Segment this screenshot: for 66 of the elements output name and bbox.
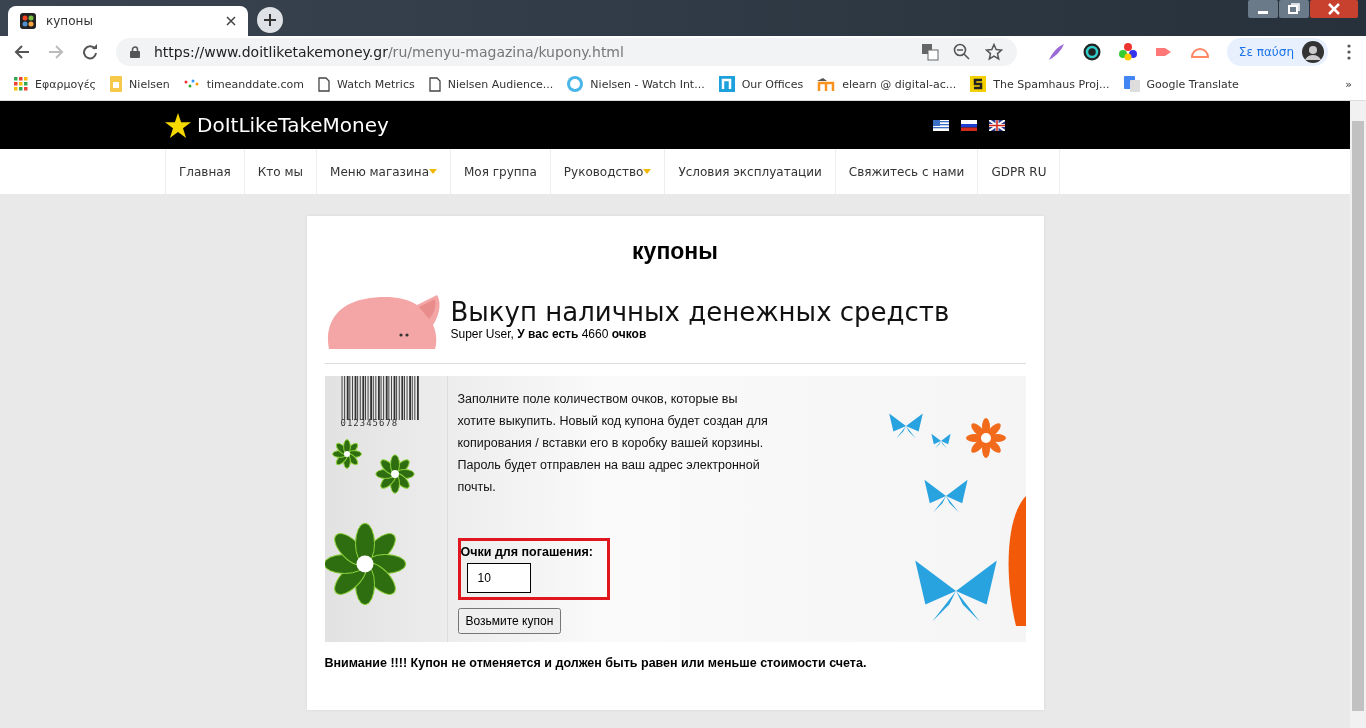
bookmark-item[interactable]: timeanddate.com — [183, 77, 305, 91]
minimize-icon[interactable] — [1248, 0, 1278, 18]
bookmark-item[interactable]: Nielsen Audience... — [428, 76, 554, 92]
letter-logo-icon — [718, 76, 735, 92]
bookmark-item[interactable]: Εφαρμογές — [14, 77, 97, 91]
uk-flag-icon[interactable] — [989, 119, 1005, 131]
circle-logo-icon — [567, 76, 584, 92]
bookmark-item[interactable]: elearn @ digital-ac... — [817, 77, 957, 91]
feather-icon[interactable] — [1046, 43, 1065, 61]
barcode-number: 012345678 — [340, 418, 399, 428]
dots-icon — [183, 78, 200, 90]
letter-logo-icon — [970, 76, 987, 92]
page-title: купоны — [631, 238, 719, 265]
russian-flag-icon[interactable] — [961, 119, 977, 131]
caret-icon — [643, 169, 652, 174]
nav-link[interactable]: Меню магазина — [316, 149, 450, 194]
caret-icon — [429, 169, 437, 174]
site-logo[interactable]: DoItLikeTakeMoney — [197, 113, 389, 137]
translate-icon[interactable] — [920, 43, 939, 61]
bookmark-item[interactable]: Our Offices — [718, 76, 804, 92]
greek-flag-icon[interactable] — [933, 119, 949, 131]
profile-button[interactable]: Σε παύση — [1226, 38, 1328, 66]
reload-icon[interactable] — [82, 44, 98, 60]
bookmark-item[interactable]: Nielsen — [110, 76, 170, 92]
nav-link[interactable]: Главная — [165, 149, 244, 194]
section-heading: Выкуп наличных денежных средств — [450, 297, 950, 327]
cap-logo-icon — [817, 77, 836, 91]
color-palette-icon[interactable] — [1118, 43, 1137, 61]
instructions-text: Заполните поле количеством очков, которые вы хотите выкупить. Новый код купона будет создан для копирования / вставки его в коробку вашей корзины. Пароль будет отправлен на ваш адрес электронной почты. — [457, 391, 769, 496]
close-icon[interactable] — [1310, 0, 1358, 18]
document-icon — [110, 76, 123, 92]
back-arrow-icon[interactable] — [14, 44, 30, 60]
bookmark-item[interactable]: Nielsen - Watch Int... — [567, 76, 705, 92]
star-icon[interactable] — [984, 43, 1003, 61]
browser-tab[interactable]: купоны — [8, 6, 248, 36]
more-bookmarks-button[interactable]: » — [1345, 77, 1352, 91]
page-icon — [318, 76, 331, 92]
points-input[interactable]: 10 — [466, 563, 531, 593]
menu-icon[interactable] — [1346, 44, 1352, 60]
get-coupon-button[interactable]: Возьмите купон — [457, 608, 562, 634]
nav-link[interactable]: Свяжитесь с нами — [834, 149, 978, 194]
color-wheel-icon[interactable] — [1082, 43, 1101, 61]
points-label: Очки для погашения: — [460, 545, 594, 559]
warning-text: Внимание !!!! Купон не отменяется и должен быть равен или меньше стоимости счета. — [324, 656, 868, 670]
apps-grid-icon — [14, 77, 28, 91]
lock-icon — [130, 46, 140, 58]
new-tab-icon[interactable] — [256, 6, 284, 34]
page-icon — [428, 76, 441, 92]
restore-icon[interactable] — [1279, 0, 1309, 18]
address-bar[interactable]: https://www.doitliketakemoney.gr/ru/menyu-magazina/kupony.html — [116, 38, 1017, 66]
close-icon[interactable] — [226, 16, 236, 26]
nav-link[interactable]: Условия эксплуатации — [664, 149, 835, 194]
bookmark-item[interactable]: Watch Metrics — [318, 76, 415, 92]
points-balance-text: Super User, У вас есть 4660 очков — [450, 327, 648, 341]
nav-link[interactable]: Кто мы — [243, 149, 317, 194]
nav-link[interactable]: Руководство — [549, 149, 665, 194]
translate-icon — [1123, 76, 1140, 92]
url-text: https://www.doitliketakemoney.gr/ru/menyu-magazina/kupony.html — [154, 44, 624, 60]
nav-link[interactable]: Моя группа — [450, 149, 550, 194]
scrollbar[interactable] — [1350, 101, 1366, 728]
bookmark-item[interactable]: The Spamhaus Proj... — [970, 76, 1110, 92]
bookmark-item[interactable]: Google Translate — [1123, 76, 1239, 92]
nav-link[interactable]: GDPR RU — [977, 149, 1061, 194]
star-icon — [165, 112, 191, 138]
zoom-out-icon[interactable] — [952, 43, 971, 61]
avatar-icon — [1302, 41, 1324, 63]
